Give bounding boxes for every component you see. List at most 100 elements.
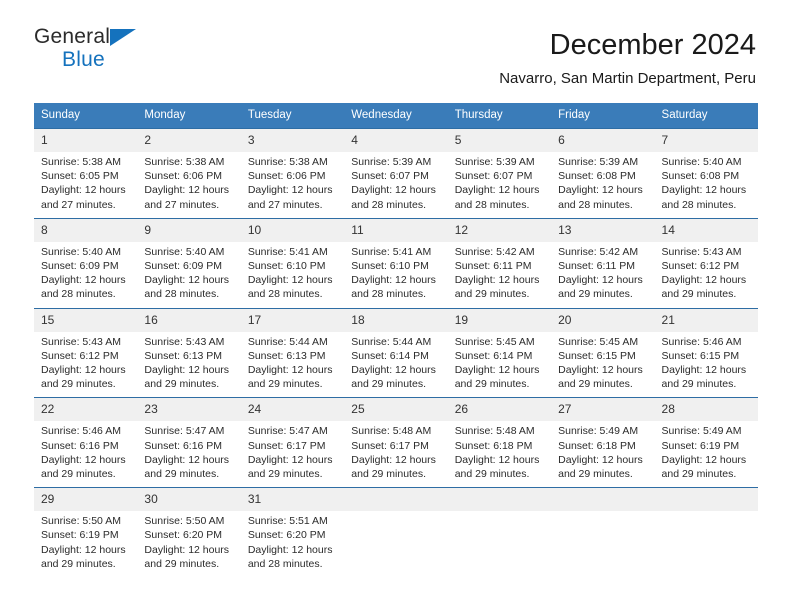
week-detail-row: Sunrise: 5:43 AM Sunset: 6:12 PM Dayligh… — [34, 331, 758, 398]
day-number[interactable]: 30 — [137, 488, 240, 511]
day-number[interactable]: 12 — [448, 219, 551, 242]
daylight-text: Daylight: 12 hours — [144, 364, 230, 377]
day-number[interactable]: 6 — [551, 129, 654, 152]
day-cell[interactable]: Sunrise: 5:49 AM Sunset: 6:19 PM Dayligh… — [655, 421, 758, 487]
day-number[interactable]: 8 — [34, 219, 137, 242]
sunset-text: Sunset: 6:12 PM — [661, 260, 740, 273]
daylight-text-cont: and 29 minutes. — [351, 468, 426, 481]
daylight-text: Daylight: 12 hours — [661, 184, 747, 197]
day-cell[interactable]: Sunrise: 5:42 AM Sunset: 6:11 PM Dayligh… — [448, 242, 551, 308]
sunset-text: Sunset: 6:07 PM — [454, 170, 533, 183]
day-cell[interactable]: Sunrise: 5:38 AM Sunset: 6:05 PM Dayligh… — [34, 152, 137, 218]
day-number[interactable]: 25 — [344, 398, 447, 421]
day-number[interactable]: 1 — [34, 129, 137, 152]
day-cell[interactable]: Sunrise: 5:43 AM Sunset: 6:13 PM Dayligh… — [137, 332, 240, 398]
sunset-text: Sunset: 6:07 PM — [351, 170, 429, 183]
weekday-header-wednesday: Wednesday — [351, 109, 412, 121]
sunrise-text: Sunrise: 5:50 AM — [41, 515, 121, 528]
day-number[interactable]: 31 — [241, 488, 344, 511]
daylight-text: Daylight: 12 hours — [454, 274, 540, 287]
day-number[interactable]: 18 — [344, 309, 447, 332]
daylight-text: Daylight: 12 hours — [247, 274, 333, 287]
day-cell[interactable]: Sunrise: 5:44 AM Sunset: 6:13 PM Dayligh… — [241, 332, 344, 398]
day-number[interactable]: 24 — [241, 398, 344, 421]
day-number[interactable]: 13 — [551, 219, 654, 242]
sunrise-text: Sunrise: 5:39 AM — [558, 156, 639, 168]
day-cell[interactable]: Sunrise: 5:40 AM Sunset: 6:08 PM Dayligh… — [655, 152, 758, 218]
day-cell-empty — [448, 511, 551, 577]
day-number[interactable]: 3 — [241, 129, 344, 152]
day-cell[interactable]: Sunrise: 5:45 AM Sunset: 6:14 PM Dayligh… — [448, 332, 551, 398]
day-cell[interactable]: Sunrise: 5:40 AM Sunset: 6:09 PM Dayligh… — [34, 242, 137, 308]
day-cell[interactable]: Sunrise: 5:43 AM Sunset: 6:12 PM Dayligh… — [655, 242, 758, 308]
day-cell[interactable]: Sunrise: 5:40 AM Sunset: 6:09 PM Dayligh… — [137, 242, 240, 308]
day-number[interactable]: 27 — [551, 398, 654, 421]
page-title: December 2024 — [549, 29, 756, 61]
day-number-empty — [448, 488, 551, 511]
daylight-text-cont: and 29 minutes. — [144, 378, 220, 391]
day-cell[interactable]: Sunrise: 5:44 AM Sunset: 6:14 PM Dayligh… — [344, 332, 447, 398]
day-cell[interactable]: Sunrise: 5:48 AM Sunset: 6:17 PM Dayligh… — [344, 421, 447, 487]
day-number[interactable]: 15 — [34, 309, 137, 332]
day-number[interactable]: 19 — [448, 309, 551, 332]
daylight-text: Daylight: 12 hours — [661, 364, 747, 377]
day-cell[interactable]: Sunrise: 5:41 AM Sunset: 6:10 PM Dayligh… — [344, 242, 447, 308]
day-number[interactable]: 11 — [344, 219, 447, 242]
sunrise-text: Sunrise: 5:38 AM — [247, 156, 328, 168]
day-number[interactable]: 26 — [448, 398, 551, 421]
sunset-text: Sunset: 6:11 PM — [558, 260, 635, 273]
day-cell[interactable]: Sunrise: 5:46 AM Sunset: 6:15 PM Dayligh… — [655, 332, 758, 398]
day-cell[interactable]: Sunrise: 5:50 AM Sunset: 6:20 PM Dayligh… — [137, 511, 240, 577]
day-number[interactable]: 21 — [655, 309, 758, 332]
day-cell[interactable]: Sunrise: 5:39 AM Sunset: 6:07 PM Dayligh… — [448, 152, 551, 218]
day-cell[interactable]: Sunrise: 5:47 AM Sunset: 6:16 PM Dayligh… — [137, 421, 240, 487]
weekday-header-monday: Monday — [144, 109, 186, 121]
day-number[interactable]: 10 — [241, 219, 344, 242]
daylight-text: Daylight: 12 hours — [41, 184, 126, 197]
daylight-text-cont: and 29 minutes. — [247, 468, 323, 481]
sunset-text: Sunset: 6:13 PM — [247, 349, 326, 362]
day-cell[interactable]: Sunrise: 5:39 AM Sunset: 6:07 PM Dayligh… — [344, 152, 447, 218]
day-cell[interactable]: Sunrise: 5:48 AM Sunset: 6:18 PM Dayligh… — [448, 421, 551, 487]
day-cell[interactable]: Sunrise: 5:38 AM Sunset: 6:06 PM Dayligh… — [137, 152, 240, 218]
sunrise-text: Sunrise: 5:42 AM — [558, 245, 639, 258]
day-number[interactable]: 9 — [137, 219, 240, 242]
day-number[interactable]: 17 — [241, 309, 344, 332]
day-cell[interactable]: Sunrise: 5:39 AM Sunset: 6:08 PM Dayligh… — [551, 152, 654, 218]
day-number[interactable]: 29 — [34, 488, 137, 511]
daylight-text-cont: and 27 minutes. — [144, 198, 220, 211]
day-number[interactable]: 22 — [34, 398, 137, 421]
daylight-text: Daylight: 12 hours — [558, 364, 643, 377]
sunrise-text: Sunrise: 5:46 AM — [41, 425, 121, 438]
brand-name-secondary: Blue — [62, 48, 105, 71]
sunrise-text: Sunrise: 5:43 AM — [661, 245, 742, 258]
day-number[interactable]: 23 — [137, 398, 240, 421]
daylight-text: Daylight: 12 hours — [41, 543, 126, 556]
day-number[interactable]: 20 — [551, 309, 654, 332]
day-cell[interactable]: Sunrise: 5:45 AM Sunset: 6:15 PM Dayligh… — [551, 332, 654, 398]
sunrise-text: Sunrise: 5:42 AM — [454, 245, 535, 258]
day-cell[interactable]: Sunrise: 5:50 AM Sunset: 6:19 PM Dayligh… — [34, 511, 137, 577]
week-row: 1 2 3 4 5 6 7 Sunrise: 5:38 AM Sunset: 6… — [34, 128, 758, 218]
day-number[interactable]: 16 — [137, 309, 240, 332]
day-cell[interactable]: Sunrise: 5:51 AM Sunset: 6:20 PM Dayligh… — [241, 511, 344, 577]
day-cell[interactable]: Sunrise: 5:43 AM Sunset: 6:12 PM Dayligh… — [34, 332, 137, 398]
day-cell[interactable]: Sunrise: 5:38 AM Sunset: 6:06 PM Dayligh… — [241, 152, 344, 218]
day-number[interactable]: 5 — [448, 129, 551, 152]
day-number[interactable]: 28 — [655, 398, 758, 421]
day-cell[interactable]: Sunrise: 5:49 AM Sunset: 6:18 PM Dayligh… — [551, 421, 654, 487]
day-cell[interactable]: Sunrise: 5:42 AM Sunset: 6:11 PM Dayligh… — [551, 242, 654, 308]
day-cell[interactable]: Sunrise: 5:41 AM Sunset: 6:10 PM Dayligh… — [241, 242, 344, 308]
day-number[interactable]: 14 — [655, 219, 758, 242]
brand-logo[interactable]: General Blue — [34, 26, 154, 80]
day-cell[interactable]: Sunrise: 5:46 AM Sunset: 6:16 PM Dayligh… — [34, 421, 137, 487]
week-row: 8 9 10 11 12 13 14 Sunrise: 5:40 AM Suns… — [34, 217, 758, 308]
day-number[interactable]: 7 — [655, 129, 758, 152]
sunrise-text: Sunrise: 5:45 AM — [454, 335, 535, 348]
day-cell[interactable]: Sunrise: 5:47 AM Sunset: 6:17 PM Dayligh… — [241, 421, 344, 487]
day-number[interactable]: 2 — [137, 129, 240, 152]
daylight-text-cont: and 28 minutes. — [247, 557, 323, 570]
day-number[interactable]: 4 — [344, 129, 447, 152]
week-row: 15 16 17 18 19 20 21 Sunrise: 5:43 AM Su… — [34, 307, 758, 398]
daylight-text-cont: and 27 minutes. — [247, 198, 323, 211]
